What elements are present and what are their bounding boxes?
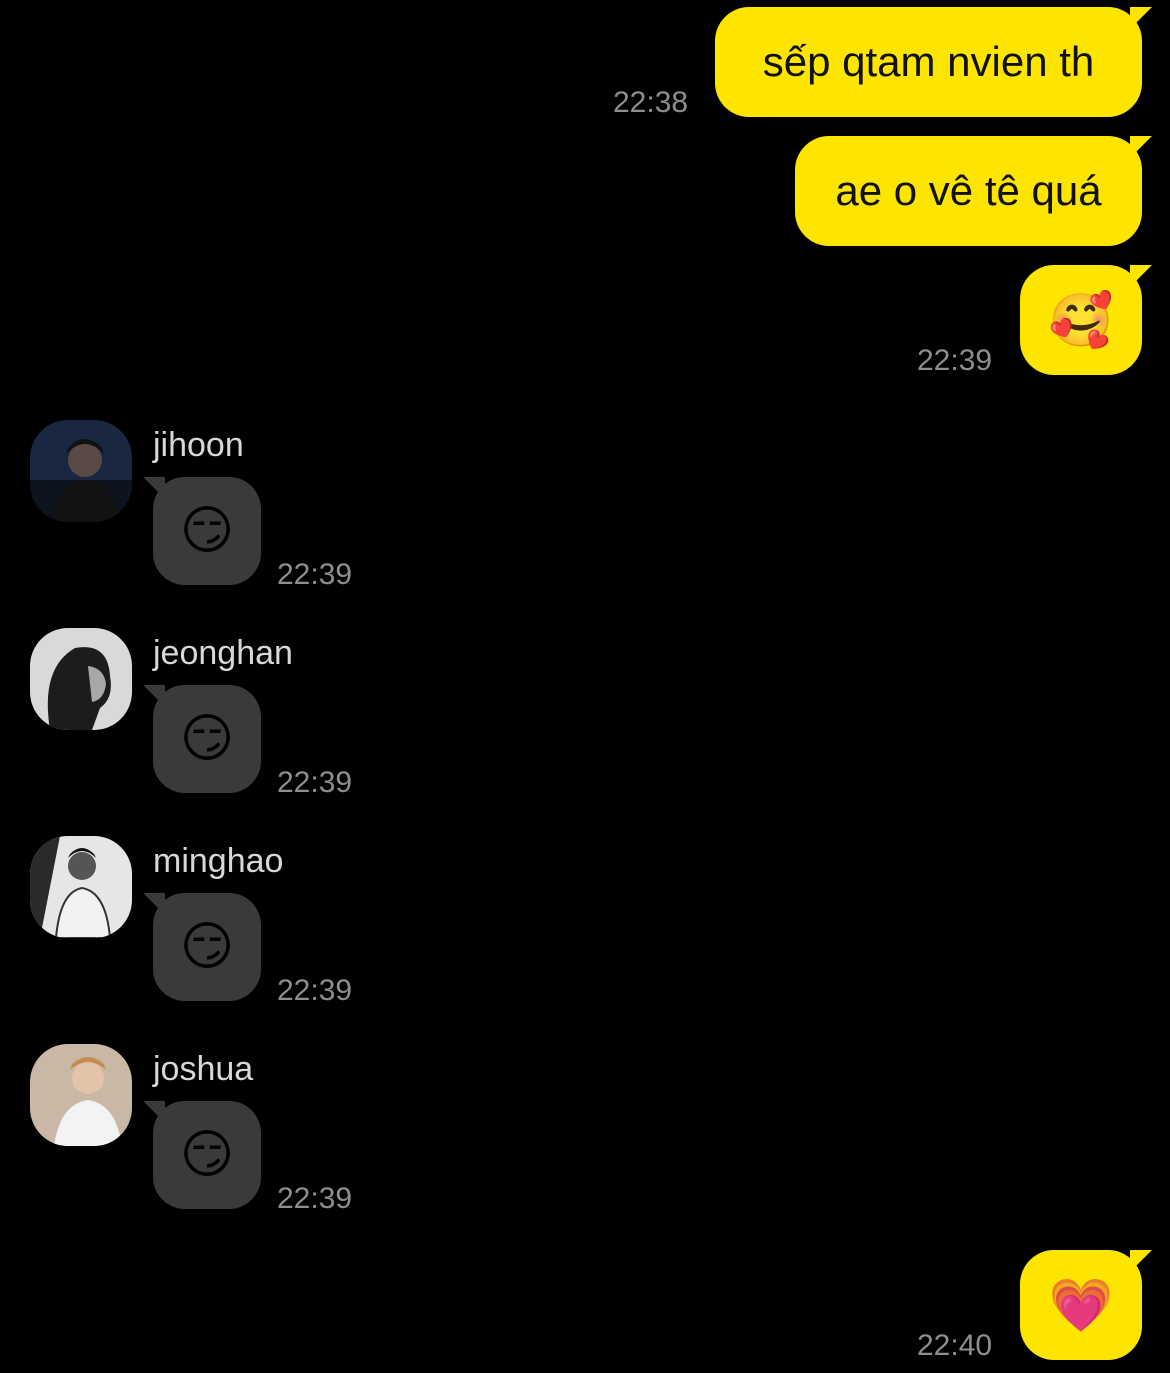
incoming-message[interactable]: 😏 (143, 477, 261, 585)
incoming-message[interactable]: 😏 (143, 893, 261, 1001)
person-photo-icon (30, 420, 132, 522)
avatar[interactable] (30, 1044, 132, 1146)
outgoing-message[interactable]: sếp qtam nvien th (715, 7, 1152, 117)
message-time: 22:39 (917, 344, 993, 377)
message-emoji: 🥰 (1048, 291, 1114, 350)
message-emoji: 😏 (179, 1126, 235, 1184)
sender-name[interactable]: jihoon (153, 426, 244, 465)
person-photo-icon (30, 836, 132, 938)
message-text: ae o vê tê quá (835, 167, 1102, 214)
person-photo-icon (30, 1044, 132, 1146)
outgoing-message[interactable]: ae o vê tê quá (795, 136, 1152, 246)
avatar[interactable] (30, 628, 132, 730)
message-time: 22:39 (277, 766, 353, 799)
outgoing-message[interactable]: 🥰 (1020, 265, 1152, 375)
message-time: 22:40 (917, 1329, 993, 1362)
sender-name[interactable]: jeonghan (153, 634, 293, 673)
message-emoji: 💗 (1048, 1276, 1114, 1335)
avatar[interactable] (30, 836, 132, 938)
message-text: sếp qtam nvien th (762, 38, 1095, 85)
sender-name[interactable]: minghao (153, 842, 283, 881)
sender-name[interactable]: joshua (153, 1050, 253, 1089)
person-photo-icon (30, 628, 132, 730)
message-emoji: 😏 (179, 502, 235, 560)
incoming-message[interactable]: 😏 (143, 1101, 261, 1209)
outgoing-message[interactable]: 💗 (1020, 1250, 1152, 1360)
message-time: 22:39 (277, 558, 353, 591)
incoming-message[interactable]: 😏 (143, 685, 261, 793)
message-time: 22:38 (613, 86, 689, 119)
avatar[interactable] (30, 420, 132, 522)
message-emoji: 😏 (179, 918, 235, 976)
message-time: 22:39 (277, 1182, 353, 1215)
chat-view: 22:38 sếp qtam nvien th ae o vê tê quá 2… (0, 0, 1170, 1373)
message-emoji: 😏 (179, 710, 235, 768)
message-time: 22:39 (277, 974, 353, 1007)
